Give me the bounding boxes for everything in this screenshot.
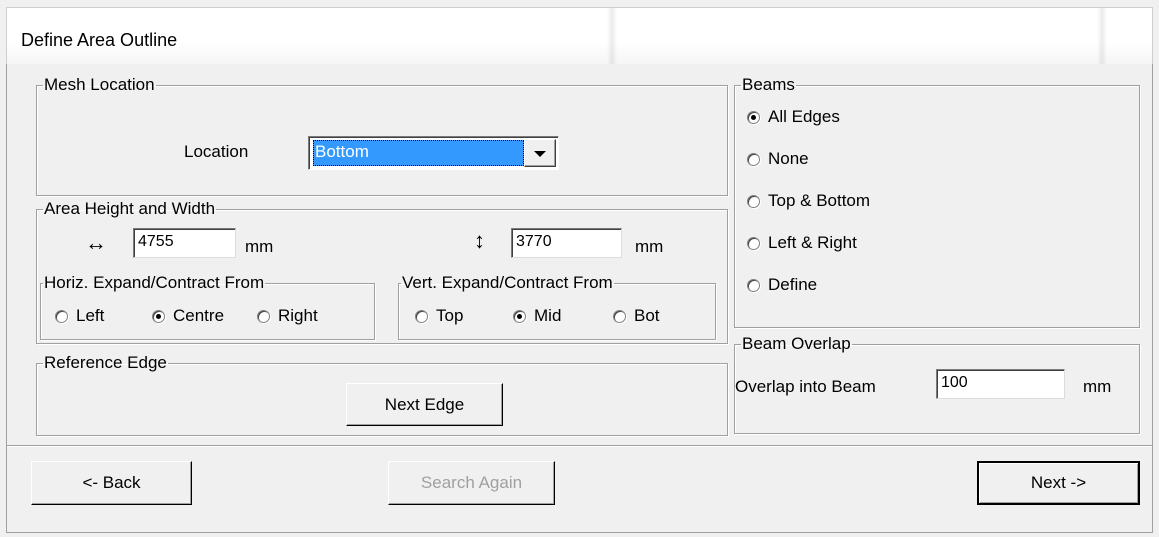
mesh-location-legend: Mesh Location — [44, 75, 155, 94]
beam-overlap-legend: Beam Overlap — [742, 334, 851, 353]
beams-none-radio[interactable]: None — [747, 149, 809, 169]
vertical-arrow-icon: ↕ — [474, 228, 485, 253]
radio-icon[interactable] — [747, 278, 760, 292]
horiz-right-radio[interactable]: Right — [257, 306, 318, 326]
radio-icon[interactable] — [415, 309, 428, 323]
title-bar[interactable]: Define Area Outline — [6, 7, 1153, 64]
mesh-location-group: Mesh Location Location Bottom — [36, 76, 728, 196]
location-dropdown[interactable]: Bottom — [308, 136, 559, 170]
reference-edge-group: Reference Edge Next Edge — [36, 354, 728, 436]
location-label: Location — [184, 142, 249, 161]
radio-icon[interactable] — [747, 152, 760, 166]
next-button[interactable]: Next -> — [977, 461, 1140, 505]
radio-icon[interactable] — [747, 194, 760, 208]
area-height-width-group: Area Height and Width ↔ 4755 mm ↕ 3770 m… — [36, 200, 728, 344]
reference-edge-legend: Reference Edge — [44, 353, 167, 372]
radio-icon[interactable] — [55, 309, 68, 323]
vert-bot-radio[interactable]: Bot — [613, 306, 660, 326]
beams-group: Beams All Edges None Top & Bottom Left &… — [734, 76, 1140, 328]
radio-icon[interactable] — [613, 309, 626, 323]
beam-overlap-group: Beam Overlap Overlap into Beam 100 mm — [734, 335, 1140, 434]
chevron-down-icon[interactable] — [524, 139, 556, 167]
beams-left-right-radio[interactable]: Left & Right — [747, 233, 857, 253]
horiz-expand-group: Horiz. Expand/Contract From Left Centre … — [40, 274, 375, 340]
radio-selected-icon[interactable] — [747, 110, 760, 124]
radio-selected-icon[interactable] — [152, 309, 165, 323]
window-title: Define Area Outline — [21, 30, 178, 50]
vert-expand-group: Vert. Expand/Contract From Top Mid Bot — [398, 274, 716, 340]
vert-expand-legend: Vert. Expand/Contract From — [402, 273, 613, 292]
beams-define-radio[interactable]: Define — [747, 275, 817, 295]
beams-all-edges-radio[interactable]: All Edges — [747, 107, 840, 127]
radio-icon[interactable] — [257, 309, 270, 323]
overlap-label: Overlap into Beam — [735, 377, 876, 396]
height-unit: mm — [635, 237, 664, 256]
define-area-outline-window: Define Area Outline Mesh Location Locati… — [0, 0, 1159, 537]
horiz-expand-legend: Horiz. Expand/Contract From — [44, 273, 265, 292]
title-bar-shading — [607, 8, 617, 64]
dialog-client-area: Mesh Location Location Bottom Area Heigh… — [6, 64, 1153, 533]
width-input[interactable]: 4755 — [133, 228, 236, 258]
footer-separator — [7, 445, 1152, 447]
radio-selected-icon[interactable] — [513, 309, 526, 323]
horiz-centre-radio[interactable]: Centre — [152, 306, 224, 326]
width-unit: mm — [245, 237, 274, 256]
overlap-input[interactable]: 100 — [936, 369, 1065, 399]
radio-icon[interactable] — [747, 236, 760, 250]
beams-top-bottom-radio[interactable]: Top & Bottom — [747, 191, 870, 211]
beams-legend: Beams — [742, 75, 795, 94]
height-input[interactable]: 3770 — [511, 228, 622, 258]
horizontal-arrow-icon: ↔ — [85, 230, 107, 255]
overlap-unit: mm — [1083, 377, 1112, 396]
location-selected-value: Bottom — [313, 140, 524, 166]
title-bar-shading — [1097, 8, 1107, 64]
area-height-width-legend: Area Height and Width — [44, 199, 216, 218]
vert-mid-radio[interactable]: Mid — [513, 306, 561, 326]
search-again-button[interactable]: Search Again — [388, 461, 555, 505]
next-edge-button[interactable]: Next Edge — [346, 383, 503, 426]
vert-top-radio[interactable]: Top — [415, 306, 463, 326]
horiz-left-radio[interactable]: Left — [55, 306, 104, 326]
back-button[interactable]: <- Back — [31, 461, 192, 505]
